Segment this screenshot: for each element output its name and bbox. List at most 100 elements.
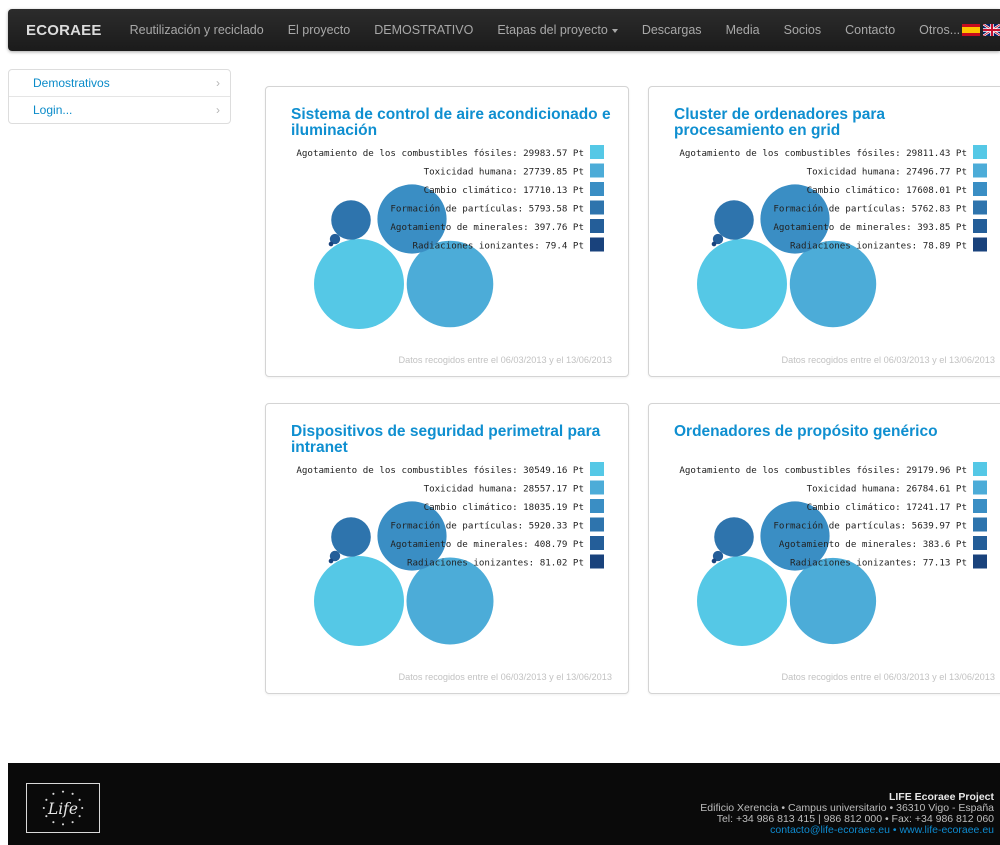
legend-label: Agotamiento de los combustibles fósiles:… <box>296 465 584 476</box>
legend-swatch <box>973 499 987 513</box>
nav-item-etapas-label: Etapas del proyecto <box>497 23 608 37</box>
device-card: Agotamiento de los combustibles fósiles:… <box>648 86 1000 377</box>
bubble-2 <box>406 240 494 328</box>
bubble-4 <box>331 200 371 240</box>
legend-label: Cambio climático: 17710.13 Pt <box>424 185 584 196</box>
card-footnote: Datos recogidos entre el 06/03/2013 y el… <box>398 672 612 682</box>
bubble-1 <box>314 556 404 646</box>
card-title: Cluster de ordenadores para procesamient… <box>674 106 886 139</box>
legend-swatch <box>590 200 604 215</box>
nav-item-descargas[interactable]: Descargas <box>630 23 714 37</box>
uk-flag-icon[interactable] <box>983 24 1000 36</box>
bubble-6 <box>328 241 334 247</box>
legend-swatch <box>973 200 987 215</box>
legend-swatch <box>973 517 987 532</box>
card-footnote: Datos recogidos entre el 06/03/2013 y el… <box>781 672 995 682</box>
legend-label: Toxicidad humana: 28557.17 Pt <box>424 484 584 495</box>
bubble-6 <box>711 558 717 564</box>
legend-swatch <box>973 554 987 569</box>
legend-swatch <box>973 145 987 159</box>
bubble-2 <box>789 557 877 645</box>
legend-swatch <box>590 163 604 178</box>
bubble-1 <box>314 239 404 329</box>
top-navbar: ECORAEE Reutilización y reciclado El pro… <box>8 9 1000 51</box>
legend-swatch <box>590 145 604 159</box>
bubble-4 <box>331 517 371 557</box>
legend-label: Agotamiento de minerales: 397.76 Pt <box>390 222 584 233</box>
legend-label: Formación de partículas: 5762.83 Pt <box>773 204 967 215</box>
legend-swatch <box>590 219 604 233</box>
legend-swatch <box>590 182 604 196</box>
nav-item-media[interactable]: Media <box>714 23 772 37</box>
nav-item-contacto[interactable]: Contacto <box>833 23 907 37</box>
legend-label: Toxicidad humana: 27739.85 Pt <box>424 167 584 178</box>
nav-item-reutilizacion[interactable]: Reutilización y reciclado <box>118 23 276 37</box>
legend-swatch <box>973 163 987 178</box>
nav-item-otros[interactable]: Otros... <box>907 23 960 37</box>
nav-item-el-proyecto[interactable]: El proyecto <box>276 23 363 37</box>
sidebar-item-login[interactable]: Login... › <box>9 96 230 123</box>
brand-link[interactable]: ECORAEE <box>8 22 118 39</box>
card-title: Ordenadores de propósito genérico <box>674 423 938 440</box>
bubble-4 <box>714 200 754 240</box>
legend-swatch <box>590 499 604 513</box>
device-card: Agotamiento de los combustibles fósiles:… <box>265 403 629 694</box>
nav-item-demostrativo[interactable]: DEMOSTRATIVO <box>362 23 485 37</box>
nav-item-etapas-dropdown[interactable]: Etapas del proyecto <box>485 23 630 37</box>
legend-label: Agotamiento de los combustibles fósiles:… <box>679 465 967 476</box>
legend-swatch <box>590 536 604 550</box>
legend-swatch <box>590 554 604 569</box>
page-footer: Life LIFE Ecoraee Project Edificio Xeren… <box>8 763 1000 845</box>
sidebar-item-label: Login... <box>33 103 73 117</box>
legend-label: Agotamiento de minerales: 408.79 Pt <box>390 539 584 550</box>
legend-swatch <box>973 480 987 495</box>
legend-label: Formación de partículas: 5793.58 Pt <box>390 204 584 215</box>
legend-label: Cambio climático: 18035.19 Pt <box>424 502 584 513</box>
legend-swatch <box>973 536 987 550</box>
language-flags <box>962 24 1000 36</box>
sidebar-item-demostrativos[interactable]: Demostrativos › <box>9 70 230 96</box>
chevron-right-icon: › <box>216 76 220 90</box>
bubble-2 <box>406 557 494 645</box>
legend-label: Agotamiento de minerales: 383.6 Pt <box>779 539 967 550</box>
footer-links[interactable]: contacto@life-ecoraee.eu • www.life-ecor… <box>700 825 994 836</box>
legend-label: Radiaciones ionizantes: 81.02 Pt <box>407 558 584 569</box>
bubble-2 <box>789 240 877 328</box>
legend-swatch <box>590 517 604 532</box>
legend-label: Agotamiento de los combustibles fósiles:… <box>679 148 967 159</box>
legend-swatch <box>973 462 987 476</box>
card-footnote: Datos recogidos entre el 06/03/2013 y el… <box>781 355 995 365</box>
legend-label: Cambio climático: 17241.17 Pt <box>807 502 967 513</box>
bubble-4 <box>714 517 754 557</box>
legend-label: Formación de partículas: 5639.97 Pt <box>773 521 967 532</box>
card-title: Sistema de control de aire acondicionado… <box>291 106 611 139</box>
legend-label: Agotamiento de minerales: 393.85 Pt <box>773 222 967 233</box>
device-card: Agotamiento de los combustibles fósiles:… <box>648 403 1000 694</box>
life-logo-icon: Life <box>26 783 100 833</box>
legend-swatch <box>590 462 604 476</box>
legend-label: Radiaciones ionizantes: 78.89 Pt <box>790 241 967 252</box>
card-title: Dispositivos de seguridad perimetral par… <box>291 423 601 456</box>
life-logo-text: Life <box>47 800 78 818</box>
nav-item-socios[interactable]: Socios <box>772 23 834 37</box>
chevron-right-icon: › <box>216 103 220 117</box>
legend-swatch <box>590 480 604 495</box>
device-card: Agotamiento de los combustibles fósiles:… <box>265 86 629 377</box>
legend-label: Toxicidad humana: 26784.61 Pt <box>807 484 967 495</box>
legend-label: Cambio climático: 17608.01 Pt <box>807 185 967 196</box>
bubble-chart: Agotamiento de los combustibles fósiles:… <box>679 462 987 646</box>
legend-label: Radiaciones ionizantes: 77.13 Pt <box>790 558 967 569</box>
card-footnote: Datos recogidos entre el 06/03/2013 y el… <box>398 355 612 365</box>
bubble-6 <box>328 558 334 564</box>
legend-swatch <box>973 219 987 233</box>
footer-contact: LIFE Ecoraee Project Edificio Xerencia •… <box>700 792 994 836</box>
legend-swatch <box>590 237 604 252</box>
sidebar-nav: Demostrativos › Login... › <box>8 69 231 124</box>
spain-flag-icon[interactable] <box>962 24 981 36</box>
legend-swatch <box>973 182 987 196</box>
caret-down-icon <box>611 29 618 33</box>
legend-label: Agotamiento de los combustibles fósiles:… <box>296 148 584 159</box>
legend-label: Radiaciones ionizantes: 79.4 Pt <box>413 241 584 252</box>
legend-swatch <box>973 237 987 252</box>
sidebar-item-label: Demostrativos <box>33 76 110 90</box>
